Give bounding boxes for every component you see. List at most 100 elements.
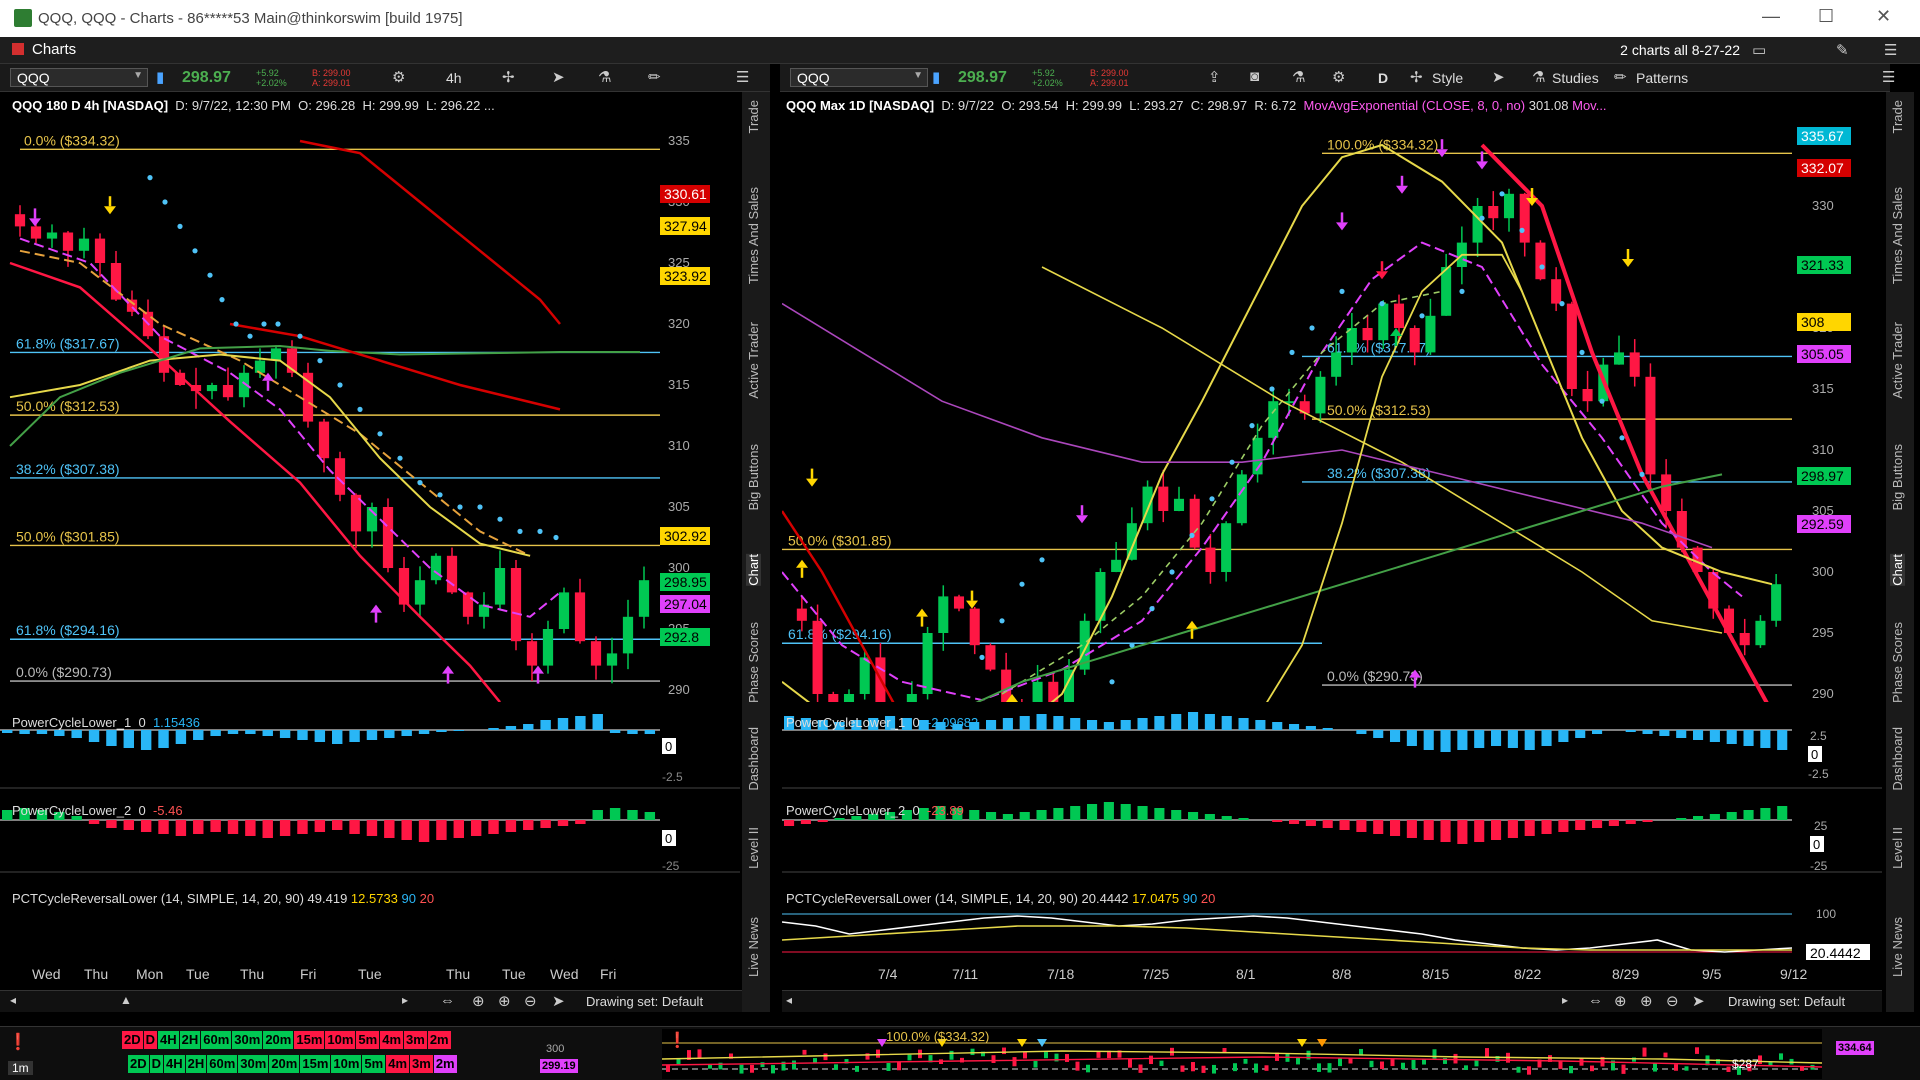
side-tab-level-ii[interactable]: Level II bbox=[1890, 827, 1905, 869]
right-pan-icon[interactable]: ⇔ bbox=[1588, 992, 1603, 1009]
studies-icon[interactable]: ⚗ bbox=[1532, 68, 1545, 86]
timeframe-button-15m[interactable]: 15m bbox=[300, 1055, 331, 1073]
left-price-chart[interactable]: 3353303253203153103053002952900.0% ($334… bbox=[0, 92, 740, 702]
timeframe-button-2m[interactable]: 2m bbox=[433, 1055, 457, 1073]
timeframe-button-2d[interactable]: 2D bbox=[128, 1055, 149, 1073]
left-scroll-left-icon[interactable]: ◂ bbox=[10, 993, 16, 1007]
style-icon[interactable]: ✢ bbox=[1410, 68, 1423, 86]
timeframe-button-2h[interactable]: 2H bbox=[185, 1055, 207, 1073]
timeframe-button-30m[interactable]: 30m bbox=[238, 1055, 269, 1073]
grid-info[interactable]: 2 charts all 8-27-22 bbox=[1620, 42, 1740, 58]
side-tab-chart[interactable]: Chart bbox=[746, 554, 761, 586]
left-lower-studies[interactable]: 0-2.50-2549.419 bbox=[0, 704, 740, 900]
right-zoom-in-icon[interactable]: ⊕ bbox=[1640, 992, 1653, 1010]
timeframe-button-60m[interactable]: 60m bbox=[207, 1055, 238, 1073]
right-scroll-left-icon[interactable]: ◂ bbox=[786, 993, 792, 1007]
charts-tab[interactable]: Charts bbox=[12, 41, 76, 58]
right-drawing-set[interactable]: Drawing set: Default bbox=[1728, 994, 1845, 1009]
timeframe-button-20m[interactable]: 20m bbox=[263, 1031, 294, 1049]
timeframe-button-15m[interactable]: 15m bbox=[294, 1031, 325, 1049]
mini-overview-chart[interactable] bbox=[662, 1029, 1822, 1079]
side-tab-trade[interactable]: Trade bbox=[746, 100, 761, 133]
layout-icon[interactable]: ▭ bbox=[1752, 41, 1766, 59]
patterns-button[interactable]: Patterns bbox=[1636, 70, 1688, 86]
timeframe-button-5m[interactable]: 5m bbox=[356, 1031, 380, 1049]
timeframe-button-3m[interactable]: 3m bbox=[410, 1055, 433, 1073]
side-tab-phase-scores[interactable]: Phase Scores bbox=[1890, 622, 1905, 703]
left-crosshair-icon[interactable]: ✢ bbox=[502, 68, 515, 86]
right-cursor-icon[interactable]: ➤ bbox=[1492, 68, 1505, 86]
timeframe-button-2h[interactable]: 2H bbox=[179, 1031, 201, 1049]
right-lower-studies[interactable]: 2.5 0 -2.5 25 0 -25 100 20.4442 bbox=[782, 704, 1882, 960]
right-scroll-right-icon[interactable]: ▸ bbox=[1562, 993, 1568, 1007]
pin-icon[interactable]: ✎ bbox=[1836, 41, 1849, 59]
timeframe-button-3m[interactable]: 3m bbox=[404, 1031, 427, 1049]
right-settings-icon[interactable]: ⚙ bbox=[1332, 68, 1345, 86]
right-camera-icon[interactable]: ◙ bbox=[1250, 68, 1259, 85]
left-timeframe[interactable]: 4h bbox=[446, 70, 462, 86]
timeframe-button-60m[interactable]: 60m bbox=[201, 1031, 232, 1049]
left-pan-icon[interactable]: ⇔ bbox=[440, 992, 455, 1009]
side-tab-dashboard[interactable]: Dashboard bbox=[746, 727, 761, 791]
timeframe-button-4m[interactable]: 4m bbox=[386, 1055, 410, 1073]
right-flask-icon[interactable]: ⚗ bbox=[1292, 68, 1305, 86]
right-price-chart[interactable]: 330325320315310305300295290285280275100.… bbox=[782, 92, 1882, 702]
side-tab-big-buttons[interactable]: Big Buttons bbox=[1890, 444, 1905, 511]
side-tab-live-news[interactable]: Live News bbox=[1890, 917, 1905, 977]
timeframe-button-4h[interactable]: 4H bbox=[158, 1031, 179, 1049]
left-symbol-select[interactable]: QQQ ▼ bbox=[10, 68, 148, 87]
timeframe-button-2m[interactable]: 2m bbox=[427, 1031, 451, 1049]
menu-icon[interactable]: ☰ bbox=[1884, 41, 1897, 59]
left-pointer-icon[interactable]: ➤ bbox=[552, 992, 565, 1010]
left-flask-icon[interactable]: ⚗ bbox=[598, 68, 611, 86]
left-crosshair-bottom-icon[interactable]: ⊕ bbox=[472, 992, 485, 1010]
side-tab-times-and-sales[interactable]: Times And Sales bbox=[746, 187, 761, 284]
right-symbol-select[interactable]: QQQ ▼ bbox=[790, 68, 928, 87]
left-zoom-out-icon[interactable]: ⊖ bbox=[524, 992, 537, 1010]
right-zoom-out-icon[interactable]: ⊖ bbox=[1666, 992, 1679, 1010]
studies-button[interactable]: Studies bbox=[1552, 70, 1599, 86]
left-collapse-icon[interactable]: ▲ bbox=[120, 993, 132, 1007]
side-tab-active-trader[interactable]: Active Trader bbox=[746, 322, 761, 399]
right-pointer-icon[interactable]: ➤ bbox=[1692, 992, 1705, 1010]
right-share-icon[interactable]: ⇪ bbox=[1208, 68, 1221, 86]
minimize-button[interactable]: — bbox=[1762, 6, 1780, 27]
side-tab-trade[interactable]: Trade bbox=[1890, 100, 1905, 133]
timeframe-button-2d[interactable]: 2D bbox=[122, 1031, 143, 1049]
timeframe-button-10m[interactable]: 10m bbox=[331, 1055, 362, 1073]
side-tab-big-buttons[interactable]: Big Buttons bbox=[746, 444, 761, 511]
timeframe-button-d[interactable]: D bbox=[143, 1031, 158, 1049]
left-cursor-icon[interactable]: ➤ bbox=[552, 68, 565, 86]
timeframe-button-d[interactable]: D bbox=[149, 1055, 164, 1073]
timeframe-button-5m[interactable]: 5m bbox=[362, 1055, 386, 1073]
side-tab-chart[interactable]: Chart bbox=[1890, 554, 1905, 586]
left-settings-icon[interactable]: ⚙ bbox=[392, 68, 405, 86]
left-draw-icon[interactable]: ✏ bbox=[648, 68, 661, 86]
timeframe-button-10m[interactable]: 10m bbox=[325, 1031, 356, 1049]
timeframe-button-4h[interactable]: 4H bbox=[164, 1055, 185, 1073]
left-drawing-set[interactable]: Drawing set: Default bbox=[586, 994, 703, 1009]
left-link-icon[interactable]: ▮ bbox=[156, 68, 164, 86]
close-button[interactable]: ✕ bbox=[1876, 6, 1891, 27]
left-zoom-in-icon[interactable]: ⊕ bbox=[498, 992, 511, 1010]
left-menu-icon[interactable]: ☰ bbox=[736, 68, 749, 86]
left-scroll-right-icon[interactable]: ▸ bbox=[402, 993, 408, 1007]
side-tab-times-and-sales[interactable]: Times And Sales bbox=[1890, 187, 1905, 284]
side-tab-dashboard[interactable]: Dashboard bbox=[1890, 727, 1905, 791]
right-timeframe[interactable]: D bbox=[1378, 70, 1388, 86]
side-tab-phase-scores[interactable]: Phase Scores bbox=[746, 622, 761, 703]
timeframe-button-30m[interactable]: 30m bbox=[232, 1031, 263, 1049]
patterns-icon[interactable]: ✏ bbox=[1614, 68, 1627, 86]
right-menu-icon[interactable]: ☰ bbox=[1882, 68, 1895, 86]
alert-icon[interactable]: ❗ bbox=[8, 1032, 28, 1052]
side-tab-level-ii[interactable]: Level II bbox=[746, 827, 761, 869]
side-tab-live-news[interactable]: Live News bbox=[746, 917, 761, 977]
interval-label[interactable]: 1m bbox=[8, 1061, 33, 1075]
maximize-button[interactable]: ☐ bbox=[1818, 6, 1834, 27]
right-crosshair-bottom-icon[interactable]: ⊕ bbox=[1614, 992, 1627, 1010]
side-tab-active-trader[interactable]: Active Trader bbox=[1890, 322, 1905, 399]
timeframe-button-20m[interactable]: 20m bbox=[269, 1055, 300, 1073]
style-button[interactable]: Style bbox=[1432, 70, 1463, 86]
right-link-icon[interactable]: ▮ bbox=[932, 68, 940, 86]
mini-alert-icon[interactable]: ❗ bbox=[668, 1031, 687, 1049]
